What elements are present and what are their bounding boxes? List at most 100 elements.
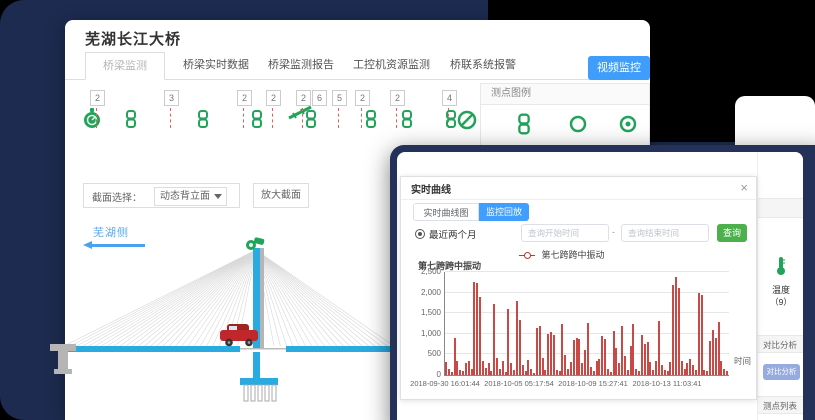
data-bar [678,288,680,375]
data-bar [485,368,487,375]
dashed-line [338,108,339,128]
data-bar [559,371,561,375]
popup-window: 温度 （9） 对比分析 对比分析 测点列表 实时曲线 × 实时曲线图 监控回放 … [390,145,815,420]
data-bar [601,336,603,375]
bridge-diagram [50,236,395,406]
bridge-deck-joint [240,348,286,350]
prohibit-icon[interactable] [457,110,477,135]
data-bar [488,363,490,375]
sensor-count-badge: 6 [312,90,327,106]
data-bar [644,344,646,375]
data-bar [542,358,544,375]
data-bar [709,341,711,375]
dashed-line [396,108,397,128]
gridline [445,312,729,313]
gauge-circle-icon [619,115,637,138]
data-bar [698,293,700,375]
data-bar [630,346,632,375]
data-bar [686,363,688,375]
dialog-titlebar: 实时曲线 × [401,177,756,200]
chain-sensor-icon[interactable] [251,110,263,128]
data-bar [649,362,651,375]
sensor-count-badge: 2 [237,90,252,106]
chain-sensor-icon [517,113,531,140]
data-bar [578,339,580,375]
tab-monitor-playback[interactable]: 监控回放 [479,203,529,221]
compare-analysis-button[interactable]: 对比分析 [763,364,800,380]
data-bar [672,285,674,375]
chain-sensor-icon[interactable] [305,110,317,128]
data-bar [454,338,456,375]
data-bar [593,371,595,375]
legend-panel-title: 测点图例 [481,84,649,105]
data-bar [510,363,512,375]
data-bar [647,342,649,375]
data-bar [718,322,720,375]
data-bar [638,371,640,375]
dialog-title: 实时曲线 [411,181,451,196]
query-button[interactable]: 查询 [717,224,747,242]
y-tick-label: 1,000 [411,329,441,338]
data-bar [669,362,671,375]
sensor-count-badge: 2 [355,90,370,106]
data-bar [689,359,691,375]
circle-sensor-icon [569,115,587,138]
data-bar [695,370,697,375]
thermometer-icon [775,256,787,276]
chart-plot-area: 05001,0001,5002,0002,5002018-09-30 16:01… [444,272,729,376]
data-bar [706,371,708,375]
chain-sensor-icon[interactable] [365,110,377,128]
data-bar [715,338,717,375]
query-end-time-input[interactable]: 查询结束时间 [621,224,709,242]
data-bar [618,363,620,375]
section-select-dropdown[interactable]: 动态背立面 [154,187,227,206]
chain-sensor-icon[interactable] [445,110,457,128]
data-bar [479,297,481,375]
gauge-sensor-icon[interactable] [83,108,101,135]
close-icon[interactable]: × [740,180,748,195]
sensor-count-badge: 3 [164,90,179,106]
data-bar [684,369,686,375]
data-bar [451,372,453,375]
sensor-count-badge: 2 [266,90,281,106]
data-bar [703,370,705,375]
dashed-line [170,108,171,128]
data-bar [661,365,663,375]
data-bar [539,326,541,375]
x-tick-label: 2018-09-30 16:01:44 [405,379,485,388]
data-bar [544,370,546,375]
sensor-count-badge: 2 [390,90,405,106]
data-bar [468,361,470,375]
car [220,324,258,346]
data-bar [681,361,683,375]
data-bar [471,369,473,375]
chain-sensor-icon[interactable] [125,110,137,128]
screenshot-canvas: 芜湖长江大桥 桥梁监测 桥梁实时数据 桥梁监测报告 工控机资源监测 桥联系统报警… [0,0,815,420]
chain-sensor-icon[interactable] [197,110,209,128]
data-bar [615,348,617,375]
data-bar [516,301,518,375]
data-bar [513,370,515,375]
data-bar [456,361,458,375]
temperature-block[interactable]: 温度 （9） [758,256,803,308]
data-bar [584,350,586,375]
bridge-pier [253,352,260,378]
enlarge-section-button[interactable]: 放大截面 [253,183,309,208]
data-bar [604,339,606,375]
data-bar [610,372,612,375]
data-bar [598,359,600,375]
data-bar [473,282,475,375]
range-separator: - [612,227,615,237]
y-tick-label: 0 [411,370,441,379]
data-bar [596,361,598,375]
recent-two-months-radio[interactable] [415,229,425,239]
data-bar [499,369,501,375]
query-start-time-input[interactable]: 查询开始时间 [521,224,609,242]
data-bar [493,304,495,375]
data-bar [567,369,569,375]
chain-sensor-icon[interactable] [401,110,413,128]
data-bar [576,338,578,375]
bridge-deck-left [62,346,240,352]
y-tick-label: 1,500 [411,308,441,317]
tab-realtime-curve[interactable]: 实时曲线图 [413,203,479,221]
